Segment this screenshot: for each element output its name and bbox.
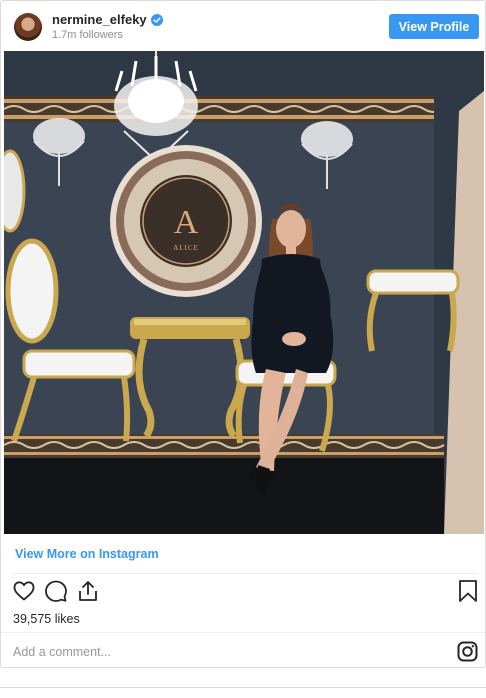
share-icon[interactable] <box>77 579 99 603</box>
sign-letter: A <box>174 204 199 241</box>
instagram-icon[interactable] <box>457 641 478 662</box>
bookmark-icon[interactable] <box>458 579 478 603</box>
avatar[interactable] <box>14 13 42 41</box>
view-more-link[interactable]: View More on Instagram <box>15 547 159 561</box>
post-image[interactable]: A ALICE <box>4 51 484 534</box>
verified-badge-icon <box>150 13 163 26</box>
action-bar <box>1 579 485 609</box>
sign-text: ALICE <box>173 244 199 252</box>
followers-count: 1.7m followers <box>52 29 123 41</box>
comment-input[interactable]: Add a comment... <box>13 645 111 659</box>
username-row[interactable]: nermine_elfeky <box>52 12 163 27</box>
username[interactable]: nermine_elfeky <box>52 12 147 27</box>
divider <box>1 632 485 633</box>
instagram-embed-card: nermine_elfeky 1.7m followers View Profi… <box>0 0 486 668</box>
view-profile-button[interactable]: View Profile <box>389 14 479 39</box>
post-header: nermine_elfeky 1.7m followers View Profi… <box>1 1 485 51</box>
speech-bubble-icon[interactable] <box>44 579 68 603</box>
likes-count[interactable]: 39,575 likes <box>13 612 80 626</box>
chair-left-back <box>4 149 26 233</box>
page-divider <box>0 687 486 688</box>
divider <box>12 573 478 574</box>
heart-icon[interactable] <box>12 579 36 603</box>
post-photo-illustration: A ALICE <box>4 51 484 534</box>
logo-sign: A ALICE <box>110 145 262 297</box>
